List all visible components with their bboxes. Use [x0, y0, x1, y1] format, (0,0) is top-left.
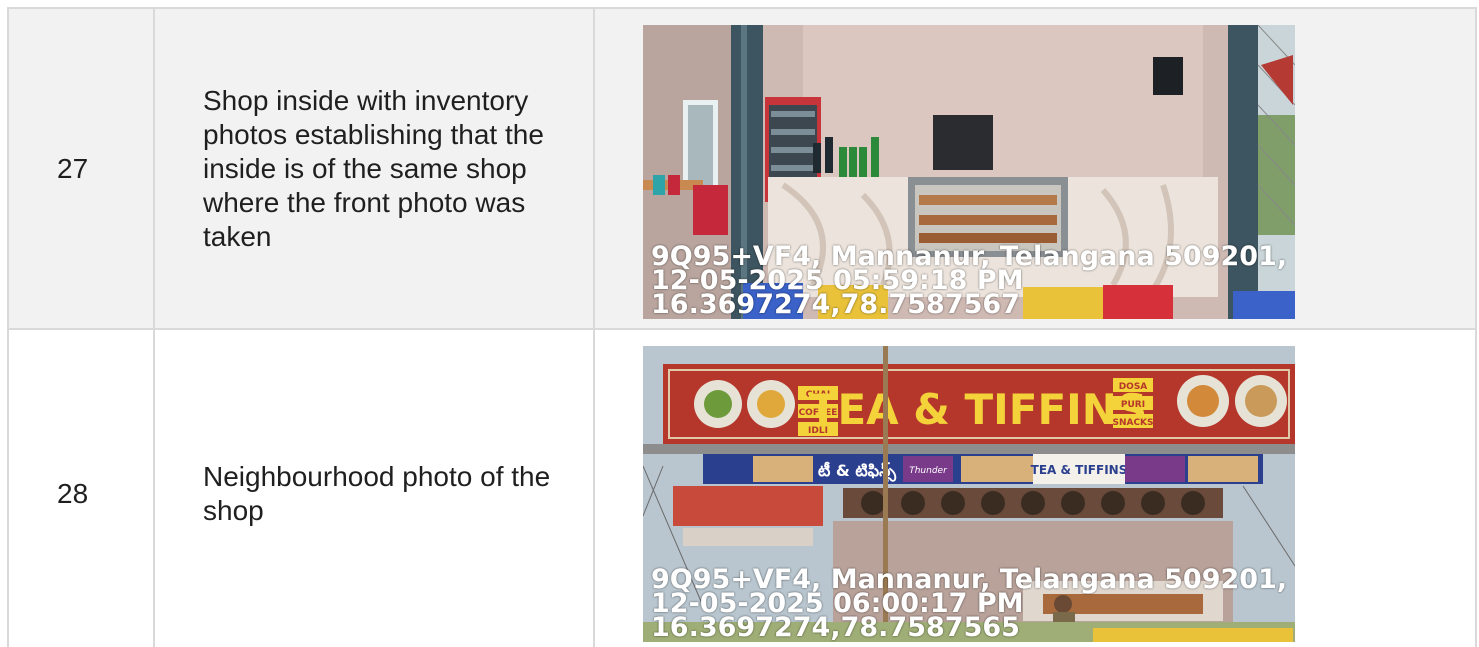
- document-page: 27 Shop inside with inventory photos est…: [0, 0, 1479, 647]
- sign-tag-dosa: DOSA: [1119, 382, 1148, 392]
- row-number: 28: [7, 328, 155, 647]
- stamp-coordinates: 16.3697274,78.7587567: [651, 289, 1020, 319]
- photo-cell: 9Q95+VF4, Mannanur, Telangana 509201, In…: [593, 7, 1477, 330]
- sign-tag-snacks: SNACKS: [1112, 418, 1153, 428]
- stamp-coordinates: 16.3697274,78.7587565: [651, 612, 1020, 642]
- banner-english-text: TEA & TIFFINS: [1031, 463, 1128, 477]
- geotag-stamp: 9Q95+VF4, Mannanur, Telangana 509201, In…: [651, 243, 1295, 319]
- table-row: 27 Shop inside with inventory photos est…: [7, 7, 1477, 330]
- row-description: Neighbourhood photo of the shop: [153, 328, 595, 647]
- sign-main-text: TEA & TIFFINS: [809, 385, 1147, 434]
- table-row: 28 Neighbourhood photo of the shop CHAI …: [7, 328, 1477, 647]
- sign-tag-puri: PURI: [1121, 400, 1145, 410]
- evidence-table: 27 Shop inside with inventory photos est…: [7, 7, 1477, 647]
- row-description: Shop inside with inventory photos establ…: [153, 7, 595, 330]
- photo-cell: CHAI COFFEE IDLI TEA & TIFFINS DOSA PURI…: [593, 328, 1477, 647]
- row-number: 27: [7, 7, 155, 330]
- shop-inside-photo: 9Q95+VF4, Mannanur, Telangana 509201, In…: [643, 25, 1295, 319]
- banner-brand-text: Thunder: [909, 466, 948, 476]
- neighbourhood-photo: CHAI COFFEE IDLI TEA & TIFFINS DOSA PURI…: [643, 346, 1295, 642]
- geotag-stamp: 9Q95+VF4, Mannanur, Telangana 509201, In…: [651, 566, 1295, 642]
